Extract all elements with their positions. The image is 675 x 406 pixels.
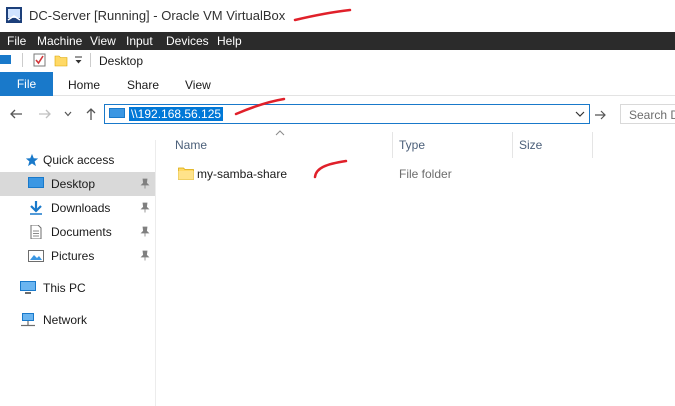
documents-icon [30,225,42,239]
downloads-icon [30,201,42,215]
ribbon: File Home Share View [0,72,675,96]
star-icon [25,153,39,167]
virtualbox-icon [6,7,22,23]
ribbon-tab-share[interactable]: Share [127,78,159,92]
sidebar-item-label: This PC [43,281,86,295]
address-bar[interactable]: \\192.168.56.125 [104,104,590,124]
ribbon-tab-view[interactable]: View [185,78,211,92]
pin-icon[interactable] [140,178,150,189]
sidebar-item-label: Quick access [43,153,115,167]
new-folder-icon[interactable] [54,53,68,67]
navigation-pane: Quick access Desktop Downloads Documents [0,140,156,406]
explorer-window-title: Desktop [99,54,144,68]
address-dropdown-icon[interactable] [575,110,585,118]
network-location-icon [109,108,125,118]
sidebar-item-network[interactable]: Network [0,308,155,332]
toolbar-divider [22,53,23,67]
column-divider[interactable] [512,132,513,158]
ribbon-file-tab[interactable]: File [0,72,53,96]
column-divider[interactable] [392,132,393,158]
pin-icon[interactable] [140,250,150,261]
menu-input[interactable]: Input [126,34,153,48]
file-row[interactable]: my-samba-share File folder [165,162,605,186]
sidebar-item-label: Network [43,313,88,327]
pin-icon[interactable] [140,202,150,213]
toolbar-divider [90,53,91,67]
menu-file[interactable]: File [7,34,26,48]
virtualbox-titlebar: DC-Server [Running] - Oracle VM VirtualB… [0,0,675,32]
navigation-bar: \\192.168.56.125 Search D [0,96,675,132]
recent-locations-chevron-icon[interactable] [63,109,73,119]
menu-machine[interactable]: Machine [37,34,82,48]
pin-icon[interactable] [140,226,150,237]
this-pc-icon [20,281,36,294]
sidebar-item-documents[interactable]: Documents [0,220,155,244]
menu-view[interactable]: View [90,34,116,48]
column-header-size[interactable]: Size [519,138,542,158]
pictures-icon [28,250,44,262]
menu-devices[interactable]: Devices [166,34,209,48]
sort-ascending-icon [275,130,285,136]
up-arrow-icon[interactable] [84,107,98,121]
file-type: File folder [399,167,452,181]
column-header-type[interactable]: Type [399,138,425,158]
search-input[interactable]: Search D [629,108,675,122]
column-header-name[interactable]: Name [175,138,207,158]
sidebar-item-label: Downloads [51,201,111,215]
network-icon [21,313,35,327]
column-divider[interactable] [592,132,593,158]
sidebar-item-label: Pictures [51,249,95,263]
sidebar-item-quick-access[interactable]: Quick access [0,148,155,172]
customize-quick-access-icon[interactable] [74,56,83,65]
forward-arrow-icon[interactable] [38,107,52,121]
window-title: DC-Server [Running] - Oracle VM VirtualB… [29,8,286,23]
red-annotation-mark [293,8,352,22]
sidebar-item-label: Desktop [51,177,96,191]
computer-icon [0,55,11,64]
properties-icon[interactable] [33,53,46,67]
sidebar-item-downloads[interactable]: Downloads [0,196,155,220]
desktop-icon [28,177,44,188]
sidebar-item-label: Documents [51,225,112,239]
sidebar-item-this-pc[interactable]: This PC [0,276,155,300]
virtualbox-menubar: File Machine View Input Devices Help [0,32,675,50]
ribbon-tab-home[interactable]: Home [68,78,100,92]
address-value[interactable]: \\192.168.56.125 [129,107,224,121]
back-arrow-icon[interactable] [9,107,23,121]
menu-help[interactable]: Help [217,34,242,48]
go-arrow-icon[interactable] [594,110,607,120]
search-box[interactable]: Search D [620,104,675,124]
file-name[interactable]: my-samba-share [197,167,287,181]
folder-icon [178,167,194,180]
sidebar-item-pictures[interactable]: Pictures [0,244,155,268]
sidebar-item-desktop[interactable]: Desktop [0,172,155,196]
explorer-titlebar: Desktop [0,50,675,72]
